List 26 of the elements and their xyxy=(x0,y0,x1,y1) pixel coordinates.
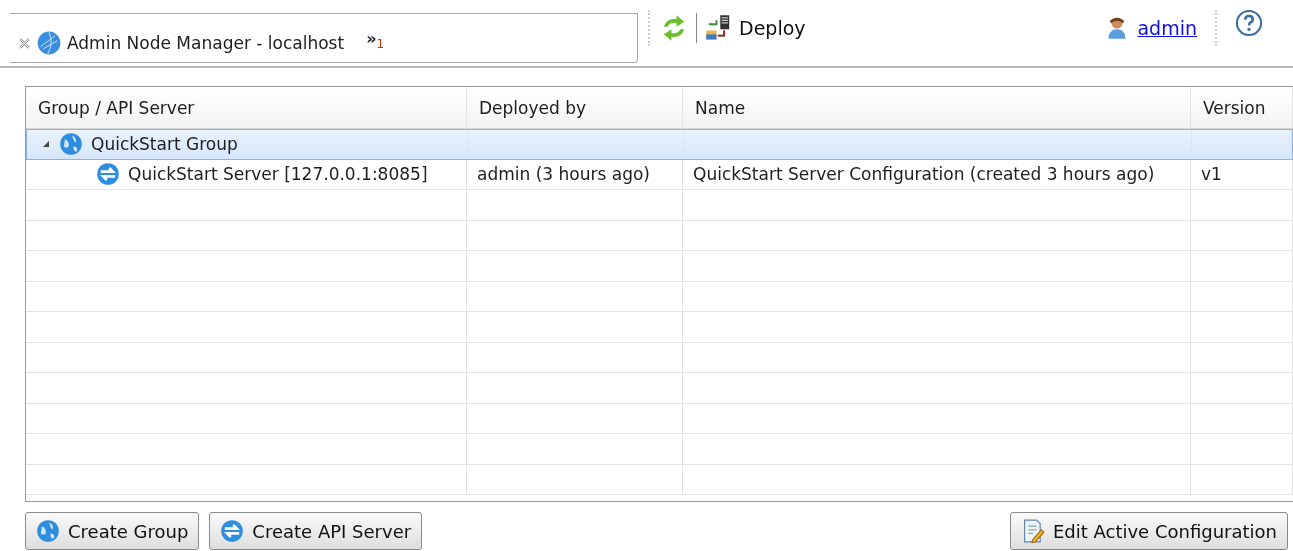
edit-configuration-button[interactable]: Edit Active Configuration xyxy=(1009,512,1288,550)
expander-icon[interactable] xyxy=(41,139,51,150)
exchange-arrows-icon xyxy=(96,162,120,187)
exchange-arrows-icon xyxy=(220,519,245,543)
globe-icon xyxy=(37,31,61,55)
deploy-button[interactable]: Deploy xyxy=(705,14,806,42)
column-header[interactable]: Version xyxy=(1191,87,1293,128)
create-button[interactable]: Create Group xyxy=(25,512,200,550)
help-icon[interactable] xyxy=(1235,9,1263,37)
column-header[interactable]: Deployed by xyxy=(467,87,683,128)
editor-tab[interactable]: Admin Node Manager - localhost xyxy=(18,21,345,55)
more-tabs-indicator[interactable]: »$_{1}$ xyxy=(366,24,385,52)
user-link[interactable]: admin xyxy=(1137,17,1197,39)
close-icon[interactable] xyxy=(18,36,31,50)
tree-item-label: QuickStart Server [127.0.0.1:8085] xyxy=(128,164,428,185)
tree-row[interactable]: QuickStart Server [127.0.0.1:8085] admin (3 hours ago) QuickStart Server Configuration (created 3 hours ago) v1 xyxy=(26,159,1293,190)
globe-icon xyxy=(36,519,60,543)
column-header[interactable]: Name xyxy=(683,87,1191,128)
tree-row[interactable]: QuickStart Group xyxy=(26,129,1293,160)
table-cell: v1 xyxy=(1201,164,1222,185)
column-header[interactable]: Group / API Server xyxy=(26,87,467,128)
tree-item-label: QuickStart Group xyxy=(91,134,238,155)
create-button[interactable]: Create API Server xyxy=(209,512,423,550)
globe-icon xyxy=(59,132,83,157)
table-cell: QuickStart Server Configuration (created 3 hours ago) xyxy=(693,164,1155,185)
table-cell: admin (3 hours ago) xyxy=(477,164,650,185)
